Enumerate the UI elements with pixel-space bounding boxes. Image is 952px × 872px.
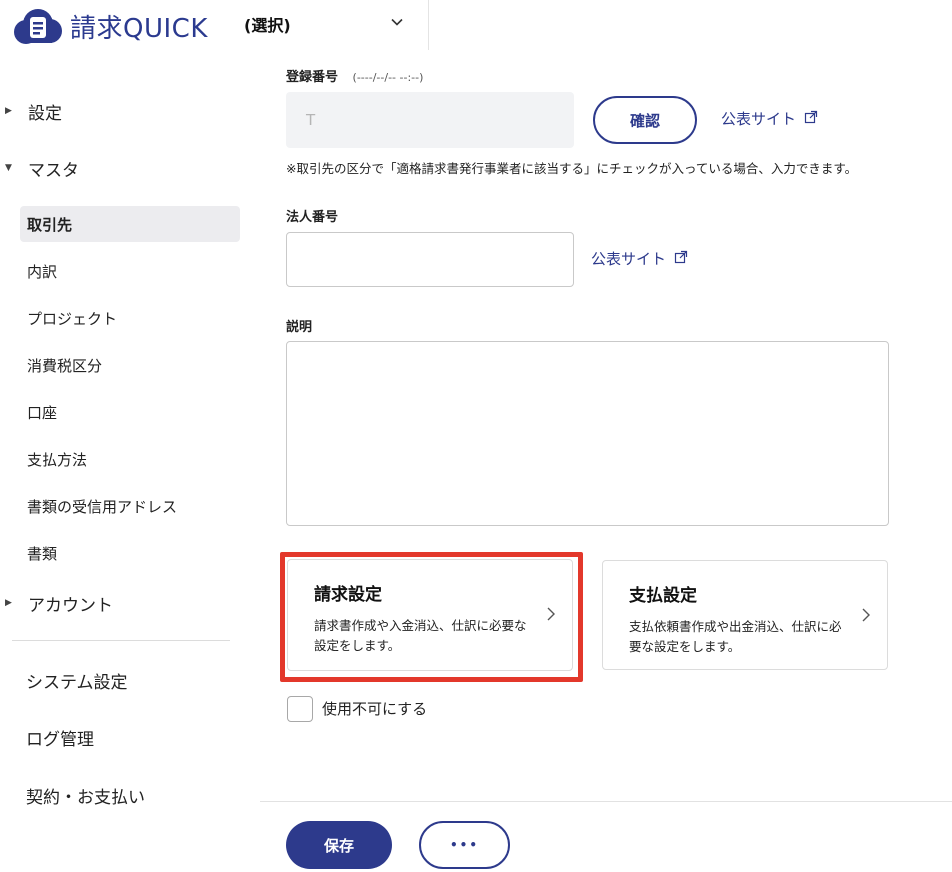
app-header: 請求QUICK (選択) (0, 0, 952, 50)
registration-number-input[interactable]: T (286, 92, 574, 148)
confirm-button[interactable]: 確認 (593, 96, 697, 144)
payment-settings-description: 支払依頼書作成や出金消込、仕訳に必要な設定をします。 (629, 619, 842, 654)
corporate-number-input[interactable] (286, 232, 574, 287)
sidebar-item-breakdown[interactable]: 内訳 (20, 253, 240, 289)
description-textarea[interactable] (286, 341, 889, 526)
payment-settings-title: 支払設定 (629, 586, 697, 606)
sidebar-item-project[interactable]: プロジェクト (20, 300, 240, 336)
caret-right-icon: ▶ (5, 598, 12, 608)
corporate-number-label: 法人番号 (286, 210, 339, 225)
company-selector[interactable]: (選択) (244, 8, 428, 40)
registration-timestamp: (----/--/-- --:--) (352, 71, 424, 84)
sidebar-item-tax-category[interactable]: 消費税区分 (20, 347, 240, 383)
sidebar-item-documents[interactable]: 書類 (20, 535, 240, 571)
sidebar-item-receiving-address[interactable]: 書類の受信用アドレス (20, 488, 240, 524)
public-site-link-text: 公表サイト (591, 250, 667, 268)
cloud-document-icon (12, 6, 64, 46)
sidebar-divider (12, 640, 230, 641)
sidebar-section-account[interactable]: ▶ アカウント (0, 588, 113, 618)
sidebar-section-label: マスタ (28, 160, 79, 181)
sidebar: ▶ 設定 ▼ マスタ 取引先 内訳 プロジェクト 消費税区分 口座 支払方法 書… (0, 50, 260, 872)
sidebar-item-system-settings[interactable]: システム設定 (26, 665, 128, 695)
sidebar-item-payment-method[interactable]: 支払方法 (20, 441, 240, 477)
sidebar-section-label: 設定 (28, 103, 62, 124)
external-link-icon (674, 250, 688, 268)
registration-number-label: 登録番号 (----/--/-- --:--) (286, 66, 423, 85)
sidebar-item-log-management[interactable]: ログ管理 (26, 722, 94, 752)
chevron-right-icon (546, 606, 556, 626)
header-divider (428, 0, 429, 50)
sidebar-item-partners[interactable]: 取引先 (20, 206, 240, 242)
sidebar-item-contract-payment[interactable]: 契約・お支払い (26, 780, 145, 810)
main-content: 登録番号 (----/--/-- --:--) T 確認 公表サイト ※取引先の… (260, 50, 952, 872)
chevron-right-icon (861, 607, 871, 627)
description-label: 説明 (286, 320, 313, 335)
billing-settings-card[interactable]: 請求設定 請求書作成や入金消込、仕訳に必要な設定をします。 (287, 559, 573, 671)
sidebar-section-settings[interactable]: ▶ 設定 (0, 96, 62, 126)
registration-note: ※取引先の区分で「適格請求書発行事業者に該当する」にチェックが入っている場合、入… (286, 161, 858, 176)
public-site-link-text: 公表サイト (721, 110, 797, 128)
footer-divider (260, 801, 952, 802)
sidebar-section-label: アカウント (28, 595, 113, 616)
payment-settings-card[interactable]: 支払設定 支払依頼書作成や出金消込、仕訳に必要な設定をします。 (602, 560, 888, 670)
company-selector-value: (選択) (244, 16, 291, 35)
public-site-link-registration[interactable]: 公表サイト (721, 108, 818, 129)
more-options-button[interactable]: ••• (419, 821, 510, 869)
billing-settings-description: 請求書作成や入金消込、仕訳に必要な設定をします。 (314, 618, 527, 653)
sidebar-section-master[interactable]: ▼ マスタ (0, 153, 79, 183)
disable-checkbox[interactable] (287, 696, 313, 722)
registration-number-label-text: 登録番号 (286, 70, 339, 85)
app-logo[interactable]: 請求QUICK (12, 6, 208, 46)
caret-down-icon: ▼ (5, 163, 12, 173)
sidebar-item-bank-account[interactable]: 口座 (20, 394, 240, 430)
public-site-link-corporate[interactable]: 公表サイト (591, 248, 688, 269)
chevron-down-icon (390, 14, 404, 33)
save-button[interactable]: 保存 (286, 821, 392, 869)
disable-checkbox-label[interactable]: 使用不可にする (322, 698, 427, 719)
external-link-icon (804, 110, 818, 128)
caret-right-icon: ▶ (5, 106, 12, 116)
app-name: 請求QUICK (70, 13, 208, 44)
billing-settings-title: 請求設定 (314, 585, 382, 605)
